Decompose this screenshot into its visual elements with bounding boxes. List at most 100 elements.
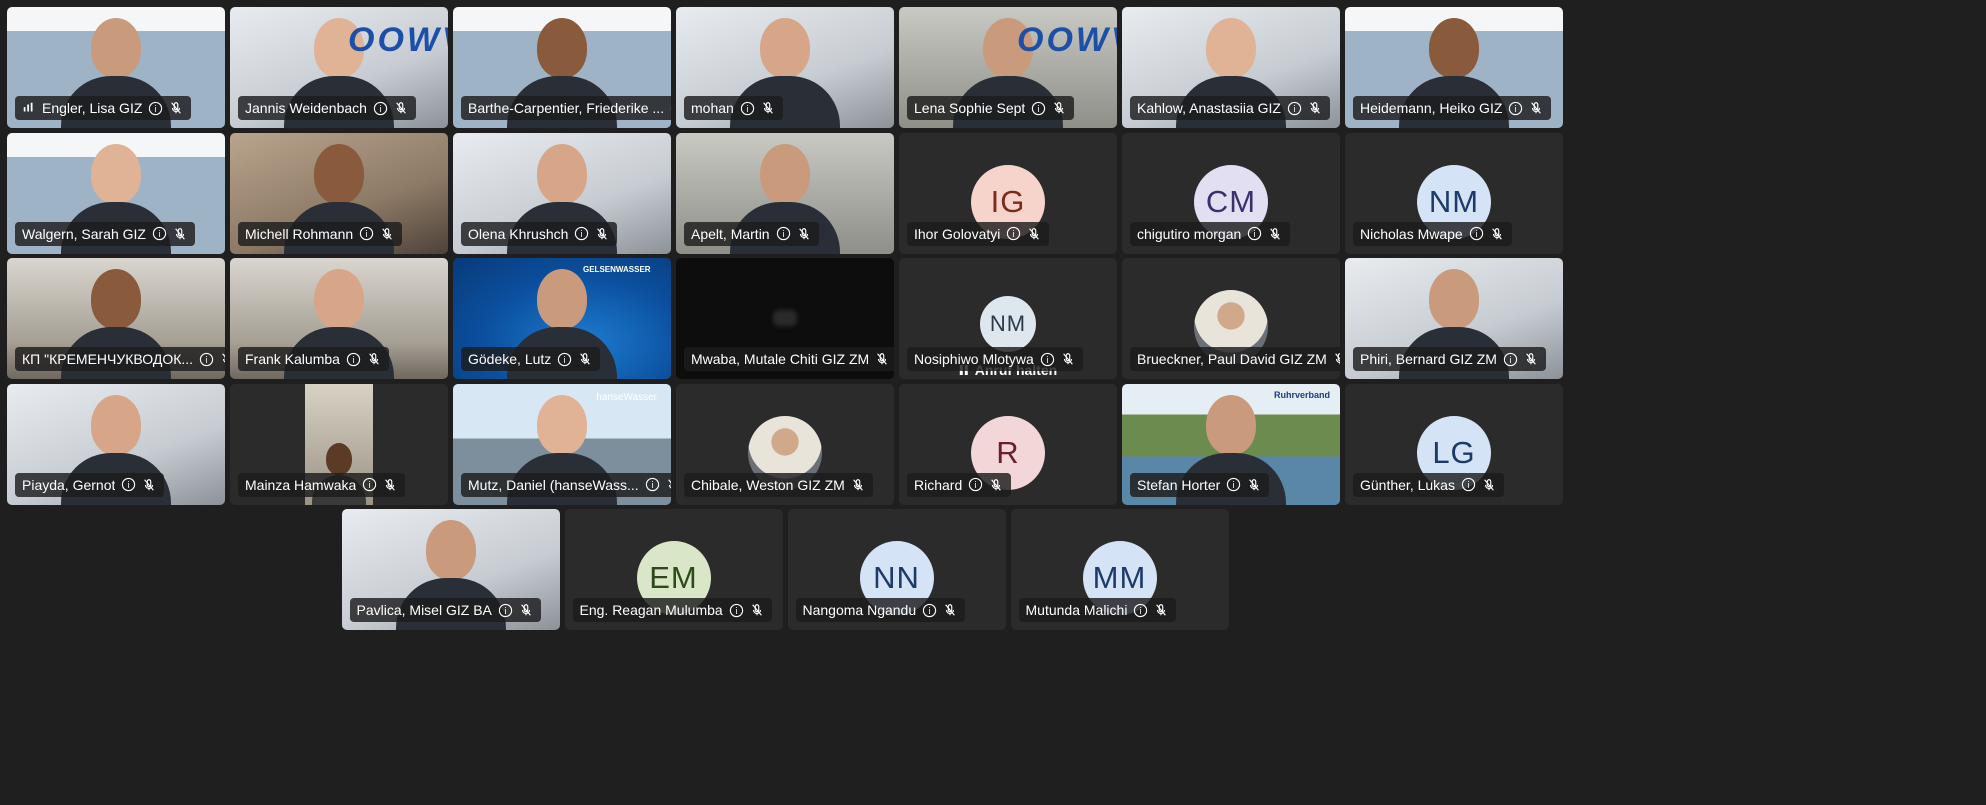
participant-name-label: Heidemann, Heiko GIZ i <box>1353 96 1552 120</box>
participant-tile[interactable]: OOWV Jannis Weidenbach i <box>230 7 448 128</box>
participant-tile[interactable]: R Richard i <box>899 383 1117 505</box>
avatar: NM <box>980 296 1036 352</box>
raised-hand-icon: i <box>1226 477 1241 492</box>
participant-tile[interactable]: Olena Khrushch i <box>453 132 671 254</box>
participant-name-label: Piayda, Gernot i <box>15 472 165 497</box>
participant-tile[interactable]: EM Eng. Reagan Mulumba i <box>564 509 783 630</box>
participant-tile[interactable]: Chibale, Weston GIZ ZM <box>676 383 894 505</box>
participant-name-label: Nosiphiwo Mlotywa i <box>907 347 1083 371</box>
participant-tile[interactable]: MM Mutunda Malichi i <box>1010 509 1229 630</box>
svg-text:i: i <box>1515 103 1517 113</box>
participant-name-label: Pavlica, Misel GIZ BA i <box>349 598 541 622</box>
raised-hand-icon: i <box>1031 101 1046 116</box>
avatar-initials: NM <box>1428 183 1480 219</box>
participant-tile[interactable]: Mwaba, Mutale Chiti GIZ ZM <box>676 258 894 379</box>
participant-tile[interactable]: Mainza Hamwaka i <box>230 383 448 505</box>
svg-text:i: i <box>782 229 784 239</box>
participant-name-label: Walgern, Sarah GIZ i <box>15 221 195 246</box>
avatar-initials: NN <box>873 560 920 595</box>
svg-text:i: i <box>128 480 130 490</box>
participant-name: Brueckner, Paul David GIZ ZM <box>1137 351 1327 367</box>
participant-tile[interactable]: Frank Kalumba i <box>230 258 448 379</box>
participant-name: Frank Kalumba <box>245 351 340 367</box>
raised-hand-icon: i <box>1247 226 1262 241</box>
svg-text:i: i <box>352 354 354 364</box>
participant-tile[interactable]: Pavlica, Misel GIZ BA i <box>341 509 560 630</box>
participant-name: КП "КРЕМЕНЧУКВОДОК... <box>22 351 194 367</box>
participant-name-label: Kahlow, Anastasiia GIZ i <box>1130 96 1330 120</box>
participant-tile[interactable]: NM Nicholas Mwape i <box>1345 132 1563 254</box>
participant-name: Mutunda Malichi <box>1025 602 1128 618</box>
mic-muted-icon <box>173 227 187 241</box>
raised-hand-icon: i <box>776 226 791 241</box>
raised-hand-icon: i <box>1503 352 1518 367</box>
participant-name-label: Jannis Weidenbach i <box>238 96 416 120</box>
participant-tile[interactable]: КП "КРЕМЕНЧУКВОДОК... i <box>7 258 225 379</box>
participant-tile[interactable]: hanseWasser Mutz, Daniel (hanseWass... i <box>453 383 671 505</box>
participant-name: Walgern, Sarah GIZ <box>22 225 146 242</box>
participant-tile[interactable]: Ruhrverband Stefan Horter i <box>1122 383 1340 505</box>
participant-name-label: Frank Kalumba i <box>238 347 389 371</box>
participant-tile[interactable]: Barthe-Carpentier, Friederike ... i <box>453 7 671 128</box>
video-grid: Engler, Lisa GIZiOOWVJannis WeidenbachiB… <box>0 0 1986 805</box>
mic-muted-icon <box>989 478 1003 492</box>
brand-label: hanseWasser <box>596 391 657 403</box>
participant-tile[interactable]: Brueckner, Paul David GIZ ZM <box>1122 258 1340 379</box>
participant-name: Apelt, Martin <box>691 225 770 242</box>
svg-text:i: i <box>1046 354 1048 364</box>
participant-name: Mutz, Daniel (hanseWass... <box>468 476 639 493</box>
participant-tile[interactable]: Apelt, Martin i <box>676 132 894 254</box>
svg-text:i: i <box>735 605 737 615</box>
raised-hand-icon: i <box>148 101 163 116</box>
svg-text:i: i <box>158 229 160 239</box>
svg-text:i: i <box>1038 103 1040 113</box>
svg-text:i: i <box>369 480 371 490</box>
raised-hand-icon: i <box>574 226 589 241</box>
participant-tile[interactable]: NMAnruf haltenNosiphiwo Mlotywai <box>899 258 1117 379</box>
participant-tile[interactable]: IG Ihor Golovatyi i <box>899 132 1117 254</box>
participant-name: Günther, Lukas <box>1360 476 1455 493</box>
participant-name-label: chigutiro morgan i <box>1130 221 1291 246</box>
svg-text:i: i <box>581 229 583 239</box>
participant-tile[interactable]: OOWV Lena Sophie Sept i <box>899 7 1117 128</box>
participant-tile[interactable]: LG Günther, Lukas i <box>1345 383 1563 505</box>
participant-tile[interactable]: CM chigutiro morgan i <box>1122 132 1340 254</box>
participant-tile[interactable]: Engler, Lisa GIZ i <box>7 7 225 128</box>
mic-muted-icon <box>383 478 397 492</box>
participant-name-label: Mainza Hamwaka i <box>238 472 406 497</box>
brand-label: GELSENWASSER <box>583 265 651 274</box>
svg-text:i: i <box>1293 103 1295 113</box>
mic-muted-icon <box>1247 478 1261 492</box>
mic-muted-icon <box>666 478 671 492</box>
participant-tile[interactable]: NN Nangoma Ngandu i <box>787 509 1006 630</box>
svg-text:i: i <box>1233 480 1235 490</box>
svg-text:i: i <box>651 480 653 490</box>
mic-muted-icon <box>1061 352 1075 366</box>
participant-name: Phiri, Bernard GIZ ZM <box>1360 351 1497 367</box>
participant-name: Pavlica, Misel GIZ BA <box>356 602 492 618</box>
mic-muted-icon <box>1490 227 1504 241</box>
mic-muted-icon <box>750 603 764 617</box>
participant-tile[interactable]: Kahlow, Anastasiia GIZ i <box>1122 7 1340 128</box>
raised-hand-icon: i <box>670 101 671 116</box>
raised-hand-icon: i <box>1461 477 1476 492</box>
avatar-initials: IG <box>990 183 1026 219</box>
raised-hand-icon: i <box>1006 226 1021 241</box>
participant-tile[interactable]: mohan i <box>676 7 894 128</box>
participant-tile[interactable]: Phiri, Bernard GIZ ZM i <box>1345 258 1563 379</box>
participant-name: Lena Sophie Sept <box>914 100 1026 116</box>
participant-name-label: Lena Sophie Sept i <box>907 96 1075 120</box>
mic-muted-icon <box>220 352 225 366</box>
participant-tile[interactable]: Heidemann, Heiko GIZ i <box>1345 7 1563 128</box>
svg-text:i: i <box>1475 229 1477 239</box>
participant-name-label: Michell Rohmann i <box>238 221 403 246</box>
participant-tile[interactable]: Michell Rohmann i <box>230 132 448 254</box>
participant-name: chigutiro morgan <box>1137 225 1242 242</box>
participant-tile[interactable]: Walgern, Sarah GIZ i <box>7 132 225 254</box>
svg-text:i: i <box>975 480 977 490</box>
participant-tile[interactable]: Piayda, Gernot i <box>7 383 225 505</box>
participant-tile[interactable]: GELSENWASSER Gödeke, Lutz i <box>453 258 671 379</box>
mic-muted-icon <box>519 603 533 617</box>
raised-hand-icon: i <box>498 603 513 618</box>
avatar-initials: CM <box>1205 183 1257 219</box>
